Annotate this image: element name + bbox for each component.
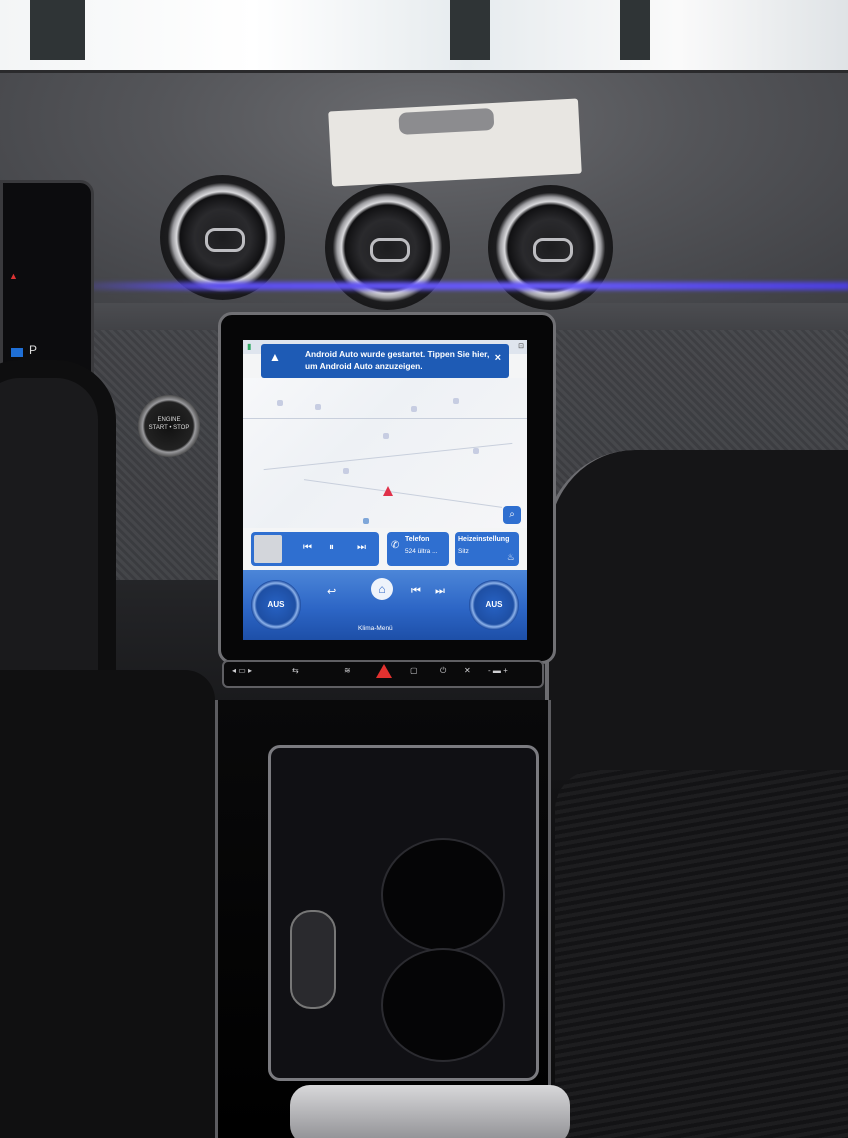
play-pause-icon[interactable]: ⏸ [329, 542, 334, 553]
driver-seat [0, 670, 215, 1138]
phone-widget[interactable]: ✆ Telefon 524 ültra ... [387, 532, 449, 566]
volume-control[interactable]: ◂ ▭ ▸ [232, 666, 252, 675]
map-road [263, 442, 513, 471]
air-vent-center [325, 185, 450, 310]
previous-track-icon[interactable]: ⏮ [411, 585, 421, 598]
next-track-icon[interactable]: ⏭ [435, 585, 445, 598]
album-art [254, 535, 282, 563]
start-button-label-2: START • STOP [148, 425, 190, 431]
map-poi-icon[interactable] [343, 468, 349, 474]
ambient-light-strip [60, 282, 848, 290]
navigation-map[interactable]: ⌕ [243, 378, 527, 528]
cluster-blue-indicator [11, 348, 23, 357]
media-widget[interactable]: ⏮ ⏸ ⏭ [251, 532, 379, 566]
current-position-icon [383, 486, 393, 496]
map-poi-icon[interactable] [315, 404, 321, 410]
camera-icon[interactable]: ⇆ [292, 666, 299, 675]
cup-holder [381, 838, 505, 952]
map-poi-icon[interactable] [363, 518, 369, 524]
status-icons: ⊡ [518, 343, 524, 350]
android-auto-notification[interactable]: ▲ Android Auto wurde gestartet. Tippen S… [261, 344, 509, 378]
seat-heating-widget[interactable]: Heizeinstellung Sitz ♨ [455, 532, 519, 566]
hazard-icon[interactable] [376, 664, 392, 678]
heat-widget-title: Heizeinstellung [458, 536, 510, 543]
climate-menu-link[interactable]: Klima-Menü [358, 625, 393, 632]
stop-button[interactable]: ▢ [410, 666, 418, 675]
car-key [290, 910, 336, 1009]
armrest [290, 1085, 570, 1138]
left-fan-button[interactable]: AUS [251, 580, 301, 630]
phone-icon: ✆ [391, 540, 400, 551]
map-road [243, 418, 527, 419]
windshield [0, 0, 848, 70]
papers-on-dashboard [328, 98, 582, 187]
navigation-arrow-icon: ▲ [269, 350, 281, 364]
defrost-icon[interactable]: ≋ [344, 666, 351, 675]
previous-track-icon[interactable]: ⏮ [303, 542, 312, 553]
cluster-indicator: ▲ [9, 271, 18, 281]
passenger-side-panel [545, 450, 848, 780]
volume-slider[interactable]: - ▬ + [488, 666, 508, 675]
map-poi-icon[interactable] [453, 398, 459, 404]
map-poi-icon[interactable] [277, 400, 283, 406]
signal-icon: ▮ [247, 342, 252, 351]
map-poi-icon[interactable] [473, 448, 479, 454]
home-icon[interactable]: ⌂ [371, 578, 393, 600]
window-pillar [30, 0, 85, 60]
window-pillar [450, 0, 490, 60]
air-vent-right [488, 185, 613, 310]
engine-start-stop-button[interactable]: ENGINE START • STOP [138, 395, 200, 457]
infotainment-screen[interactable]: ▮ ⊡ ⌕ ▲ Android Auto wurde gestartet. Ti… [243, 340, 527, 640]
car-interior-photo: ▲ P ENGINE START • STOP ▮ ⊡ ⌕ ▲ Android … [0, 0, 848, 1138]
map-search-icon[interactable]: ⌕ [503, 506, 521, 524]
heat-widget-sub: Sitz [458, 548, 469, 555]
notification-text: Android Auto wurde gestartet. Tippen Sie… [305, 349, 490, 371]
mute-icon[interactable]: ✕ [464, 666, 471, 675]
back-icon[interactable]: ↩ [327, 585, 336, 598]
map-poi-icon[interactable] [411, 406, 417, 412]
seat-heat-icon: ♨ [506, 552, 515, 562]
next-track-icon[interactable]: ⏭ [357, 542, 366, 553]
hardware-button-bar: ◂ ▭ ▸ ⇆ ≋ ▢ ⏻ ✕ - ▬ + [222, 660, 544, 688]
right-fan-button[interactable]: AUS [469, 580, 519, 630]
close-icon[interactable]: × [495, 352, 501, 364]
climate-bar: AUS ↩ ⌂ ⏮ ⏭ AUS Klima-Menü [243, 570, 527, 640]
passenger-seat [555, 770, 848, 1138]
window-pillar [620, 0, 650, 60]
power-icon[interactable]: ⏻ [440, 666, 446, 676]
start-button-label-1: ENGINE [157, 417, 181, 423]
widget-row: ⏮ ⏸ ⏭ ✆ Telefon 524 ültra ... Heizeinste… [243, 532, 527, 568]
phone-widget-title: Telefon [405, 536, 430, 543]
instrument-cluster: ▲ P [0, 180, 94, 386]
map-poi-icon[interactable] [383, 433, 389, 439]
cup-holder [381, 948, 505, 1062]
phone-widget-sub: 524 ültra ... [405, 548, 438, 555]
cluster-gear: P [29, 343, 38, 357]
map-road [303, 479, 503, 508]
